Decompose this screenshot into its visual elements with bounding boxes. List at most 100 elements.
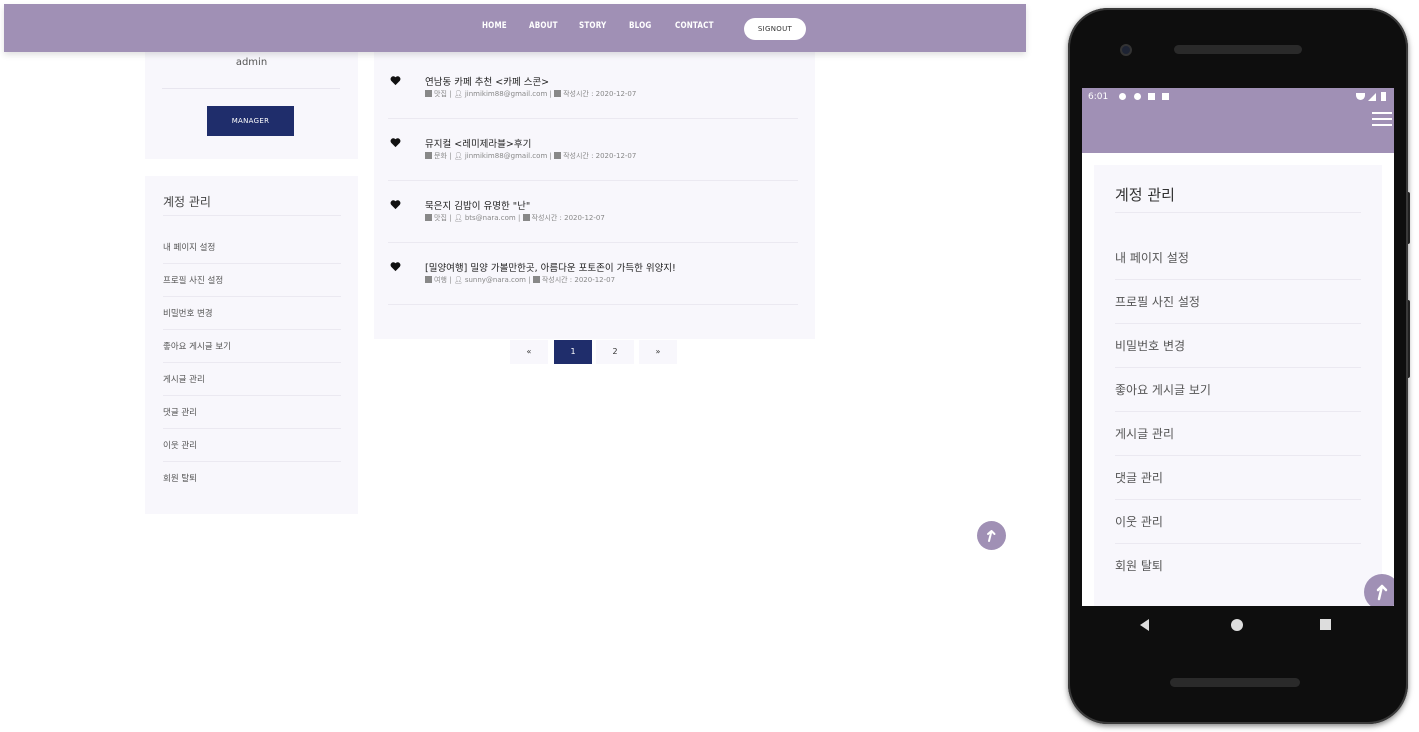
post-category: 여행 [434,276,447,284]
sd-card-icon [1162,93,1169,100]
calendar-icon [532,276,540,283]
post-author: jinmikim88@gmail.com [464,90,548,98]
recent-apps-icon[interactable] [1320,619,1331,630]
profile-card: admin MANAGER [145,52,358,159]
pagination-page-1[interactable]: 1 [554,340,592,364]
post-item[interactable]: 연남동 카페 추천 <카페 스콘> 맛집 | 👤︎ jinmikim88@gma… [388,57,798,119]
mobile-item-liked-posts[interactable]: 좋아요 게시글 보기 [1115,368,1361,412]
post-date: 작성시간 : 2020-12-07 [531,214,605,222]
phone-screen: 6:01 계정 관리 내 페이지 설정 프로필 사진 설정 비밀번호 변경 좋아… [1082,88,1394,606]
profile-name: admin [235,57,268,68]
post-item[interactable]: [밀양여행] 밀양 가볼만한곳, 아름다운 포토존이 가득한 위양지! 여행 |… [388,243,798,305]
mobile-item-neighbor-manage[interactable]: 이웃 관리 [1115,500,1361,544]
account-menu-title: 계정 관리 [163,195,211,209]
heart-icon[interactable] [390,75,401,86]
account-item-neighbor-manage[interactable]: 이웃 관리 [163,429,341,462]
home-icon[interactable] [1231,619,1243,631]
user-icon: 👤︎ [453,90,463,98]
post-item[interactable]: 뮤지컬 <레미제라블>후기 문화 | 👤︎ jinmikim88@gmail.c… [388,119,798,181]
post-meta: 맛집 | 👤︎ jinmikim88@gmail.com | 작성시간 : 20… [425,89,636,99]
nav-story[interactable]: STORY [579,21,606,31]
nav-contact[interactable]: CONTACT [675,21,714,31]
post-author: bts@nara.com [464,214,516,222]
top-navigation-bar: HOME ABOUT STORY BLOG CONTACT SIGNOUT [4,4,1026,52]
post-category: 맛집 [434,214,447,222]
settings-icon [1119,93,1126,100]
account-item-label: 비밀번호 변경 [163,309,213,319]
shield-icon [1134,93,1141,100]
liked-posts-list: 연남동 카페 추천 <카페 스콘> 맛집 | 👤︎ jinmikim88@gma… [374,52,815,339]
heart-icon[interactable] [390,137,401,148]
account-item-profile-photo[interactable]: 프로필 사진 설정 [163,264,341,297]
mobile-item-password[interactable]: 비밀번호 변경 [1115,324,1361,368]
account-item-label: 프로필 사진 설정 [163,276,224,286]
calendar-icon [522,214,530,221]
account-item-label: 좋아요 게시글 보기 [163,342,231,352]
calendar-icon [554,90,562,97]
post-title[interactable]: [밀양여행] 밀양 가볼만한곳, 아름다운 포토존이 가득한 위양지! [425,260,676,274]
desktop-site: HOME ABOUT STORY BLOG CONTACT SIGNOUT ad… [0,0,1030,732]
post-title[interactable]: 연남동 카페 추천 <카페 스콘> [425,74,549,88]
pagination-page-2[interactable]: 2 [596,340,634,364]
file-icon [425,214,432,221]
account-item-label: 게시글 관리 [163,375,205,385]
post-item[interactable]: 묵은지 김밥이 유명한 "난" 맛집 | 👤︎ bts@nara.com | 작… [388,181,798,243]
mobile-item-label: 이웃 관리 [1115,515,1163,529]
post-meta: 맛집 | 👤︎ bts@nara.com | 작성시간 : 2020-12-07 [425,213,605,223]
user-icon: 👤︎ [453,152,463,160]
account-item-password[interactable]: 비밀번호 변경 [163,297,341,330]
account-item-post-manage[interactable]: 게시글 관리 [163,363,341,396]
nav-home[interactable]: HOME [482,21,507,31]
post-author: sunny@nara.com [464,276,526,284]
mobile-item-profile-photo[interactable]: 프로필 사진 설정 [1115,280,1361,324]
notification-icon [1148,93,1155,100]
mobile-item-label: 내 페이지 설정 [1115,251,1189,265]
mobile-item-label: 비밀번호 변경 [1115,339,1186,353]
scroll-to-top-button[interactable] [977,521,1006,550]
pagination-next[interactable]: » [639,340,677,364]
mobile-account-menu-title: 계정 관리 [1115,186,1175,204]
heart-icon[interactable] [390,199,401,210]
post-category: 문화 [434,152,447,160]
mobile-item-withdraw[interactable]: 회원 탈퇴 [1115,544,1361,588]
menu-icon[interactable] [1372,112,1392,126]
arrow-up-icon [1376,584,1388,601]
account-item-liked-posts[interactable]: 좋아요 게시글 보기 [163,330,341,363]
battery-icon [1381,92,1386,101]
post-title[interactable]: 뮤지컬 <레미제라블>후기 [425,136,531,150]
account-item-my-page[interactable]: 내 페이지 설정 [163,231,341,264]
mobile-item-comment-manage[interactable]: 댓글 관리 [1115,456,1361,500]
mobile-item-label: 프로필 사진 설정 [1115,295,1200,309]
divider [162,88,340,89]
account-item-comment-manage[interactable]: 댓글 관리 [163,396,341,429]
calendar-icon [554,152,562,159]
nav-about[interactable]: ABOUT [529,21,558,31]
signout-button[interactable]: SIGNOUT [744,18,806,40]
heart-icon[interactable] [390,261,401,272]
post-author: jinmikim88@gmail.com [464,152,548,160]
android-nav-bar [1082,606,1394,646]
account-item-withdraw[interactable]: 회원 탈퇴 [163,462,341,495]
manager-button[interactable]: MANAGER [207,106,294,136]
account-item-label: 내 페이지 설정 [163,243,216,253]
post-date: 작성시간 : 2020-12-07 [563,90,637,98]
post-title[interactable]: 묵은지 김밥이 유명한 "난" [425,198,530,212]
mobile-scroll-to-top-button[interactable] [1364,574,1394,606]
mobile-header: 6:01 [1082,88,1394,153]
mobile-item-post-manage[interactable]: 게시글 관리 [1115,412,1361,456]
phone-speaker [1170,678,1300,687]
post-meta: 문화 | 👤︎ jinmikim88@gmail.com | 작성시간 : 20… [425,151,636,161]
signal-icon [1368,93,1376,101]
post-meta: 여행 | 👤︎ sunny@nara.com | 작성시간 : 2020-12-… [425,275,615,285]
mobile-item-my-page[interactable]: 내 페이지 설정 [1115,236,1361,280]
mobile-item-label: 회원 탈퇴 [1115,559,1163,573]
file-icon [425,90,432,97]
divider [1115,212,1361,213]
nav-blog[interactable]: BLOG [629,21,652,31]
mobile-item-label: 게시글 관리 [1115,427,1175,441]
pagination-prev[interactable]: « [510,340,548,364]
phone-mockup: 6:01 계정 관리 내 페이지 설정 프로필 사진 설정 비밀번호 변경 좋아… [1068,8,1408,724]
post-date: 작성시간 : 2020-12-07 [563,152,637,160]
account-item-label: 회원 탈퇴 [163,474,197,484]
back-icon[interactable] [1140,619,1149,631]
